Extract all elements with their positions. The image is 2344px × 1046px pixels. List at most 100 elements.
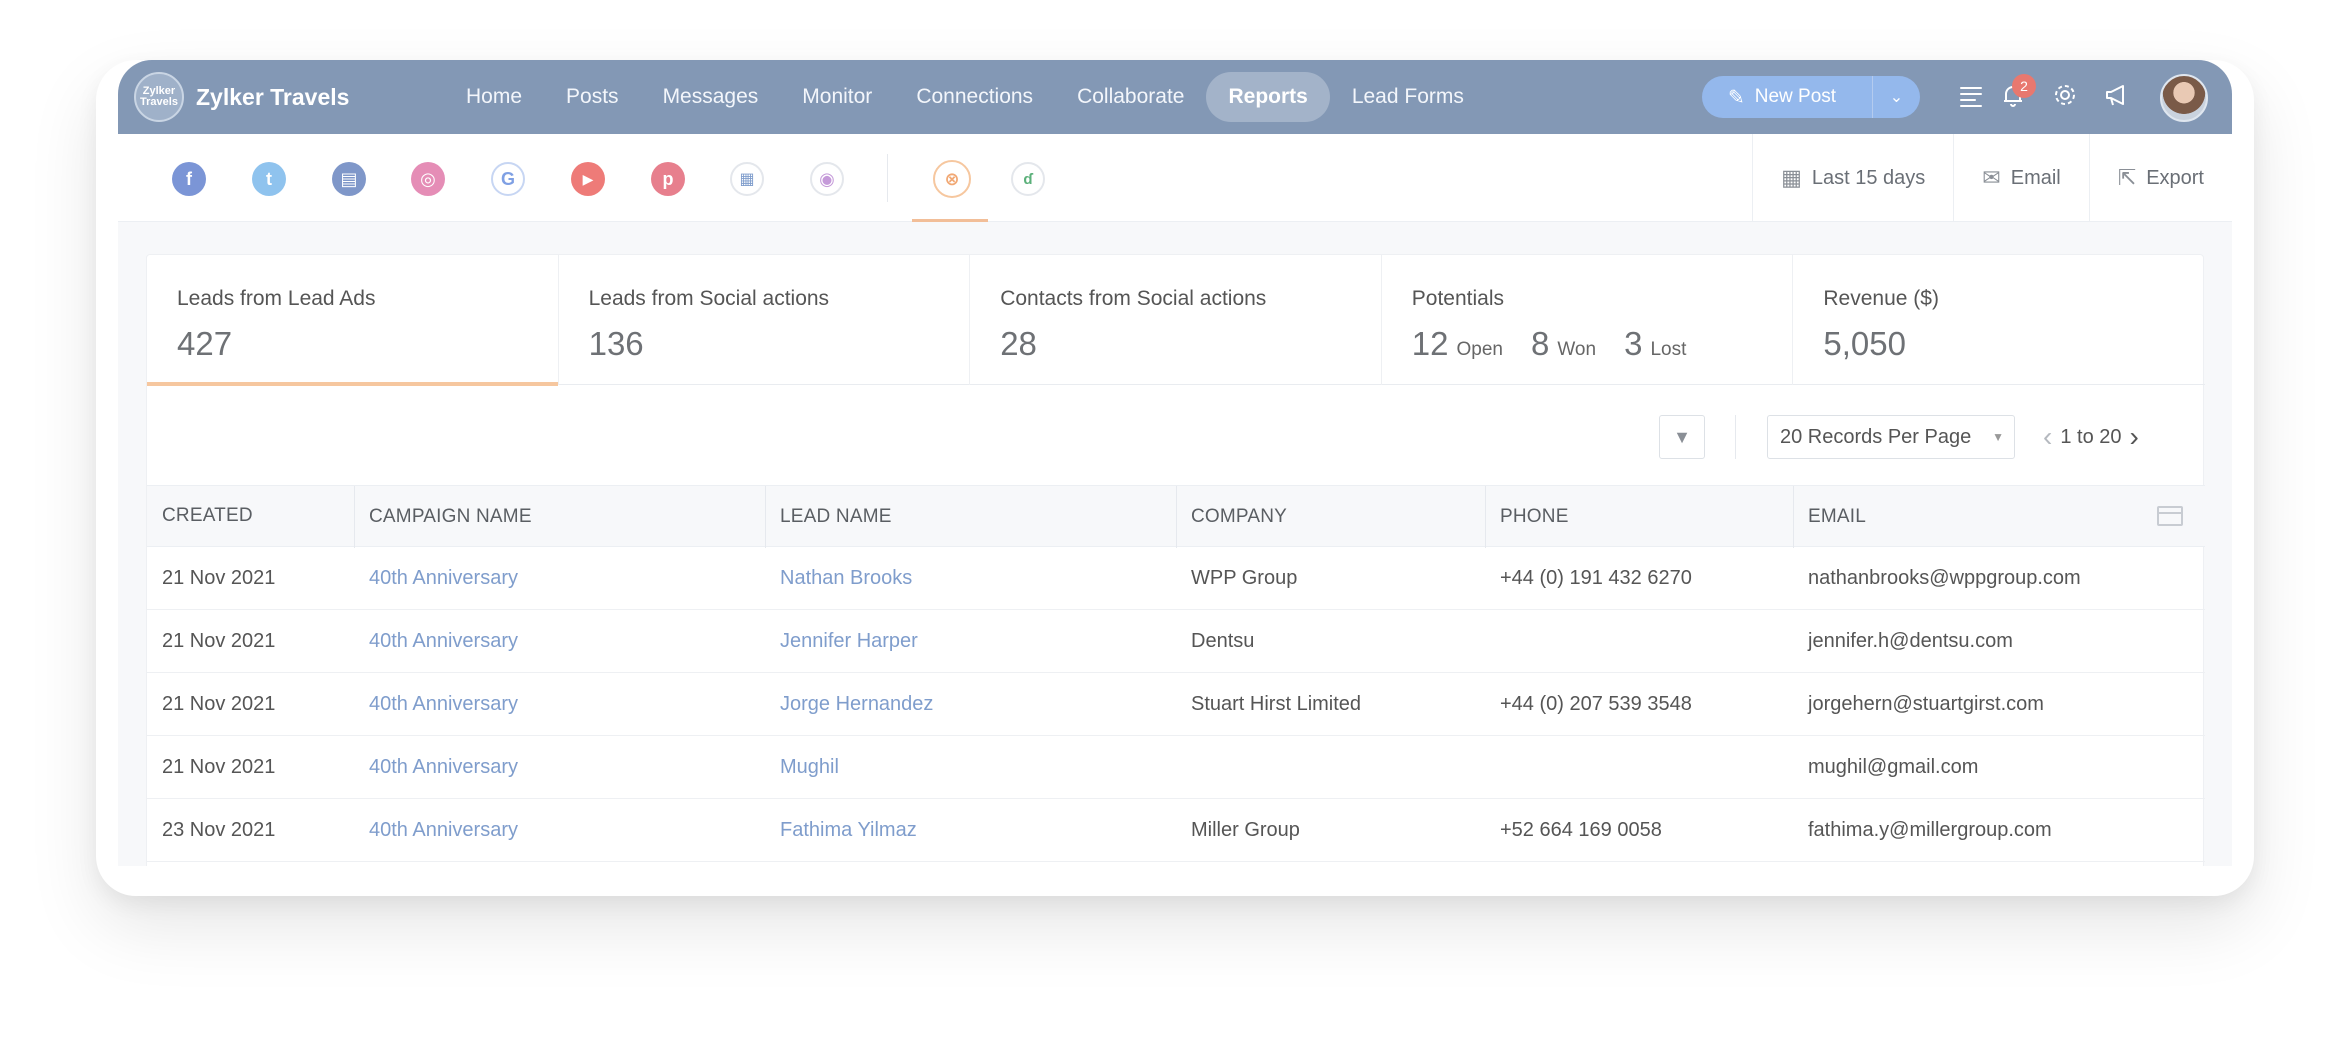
instagram-icon[interactable]: ◎ xyxy=(411,162,445,196)
new-post-button[interactable]: ✎ New Post xyxy=(1702,76,1872,118)
caret-down-icon: ▼ xyxy=(1992,430,2004,444)
new-post-dropdown-button[interactable]: ⌄ xyxy=(1873,87,1920,107)
next-page-icon[interactable]: › xyxy=(2122,421,2147,453)
twitter-icon[interactable]: t xyxy=(252,162,286,196)
cell-created: 23 Nov 2021 xyxy=(162,818,276,841)
stat-lead-ads[interactable]: Leads from Lead Ads 427 xyxy=(147,255,559,386)
crm-icon[interactable]: ɗ xyxy=(1011,162,1045,196)
column-settings-icon[interactable] xyxy=(2157,506,2183,526)
stat-potentials[interactable]: Potentials 12 Open 8 Won 3 Lost xyxy=(1382,255,1794,385)
stat-value: 5,050 xyxy=(1823,325,1906,362)
nav-connections[interactable]: Connections xyxy=(894,72,1055,122)
cell-phone: +52 664 169 0058 xyxy=(1500,818,1662,841)
stats-row: Leads from Lead Ads 427 Leads from Socia… xyxy=(147,255,2205,386)
cell-email: fathima.y@millergroup.com xyxy=(1808,818,2052,841)
table-row: 23 Nov 2021 40th Anniversary Fathima Yil… xyxy=(147,799,2205,862)
mail-icon: ✉ xyxy=(1982,165,2001,190)
chevron-down-icon: ⌄ xyxy=(1889,89,1904,106)
report-actions: ▦ Last 15 days ✉ Email ⇱ Export xyxy=(1752,134,2232,222)
gear-icon[interactable] xyxy=(2050,82,2080,112)
cell-email: jorgehern@stuartgirst.com xyxy=(1808,692,2044,715)
google-icon[interactable]: G xyxy=(491,162,525,196)
main-nav: Home Posts Messages Monitor Connections … xyxy=(444,72,1486,122)
divider xyxy=(887,154,888,202)
open-count: 12 xyxy=(1411,325,1449,362)
export-button[interactable]: ⇱ Export xyxy=(2088,134,2232,222)
header-phone[interactable]: PHONE xyxy=(1485,486,1569,548)
won-label: Won xyxy=(1557,339,1597,360)
divider xyxy=(1735,415,1736,459)
previous-page-icon[interactable]: ‹ xyxy=(2035,421,2060,453)
lead-link[interactable]: Mughil xyxy=(780,736,839,798)
pagination: ‹ 1 to 20 › xyxy=(2035,415,2147,459)
brand-logo: Zylker Travels xyxy=(134,72,184,122)
table-header: CREATED CAMPAIGN NAME LEAD NAME COMPANY … xyxy=(147,485,2205,548)
header-company[interactable]: COMPANY xyxy=(1176,486,1287,548)
brand[interactable]: Zylker Travels Zylker Travels xyxy=(134,70,349,124)
nav-home[interactable]: Home xyxy=(444,72,544,122)
notification-badge: 2 xyxy=(2012,74,2036,98)
nav-lead-forms[interactable]: Lead Forms xyxy=(1330,72,1486,122)
lead-link[interactable]: Jennifer Harper xyxy=(780,610,918,672)
calendar-icon: ▦ xyxy=(1781,165,1802,190)
active-tab-indicator xyxy=(912,219,988,222)
lost-count: 3 xyxy=(1624,325,1643,362)
leads-table: CREATED CAMPAIGN NAME LEAD NAME COMPANY … xyxy=(147,485,2205,862)
youtube-icon[interactable]: ▶ xyxy=(571,162,605,196)
email-button[interactable]: ✉ Email xyxy=(1953,134,2088,222)
list-icon[interactable] xyxy=(1956,82,1986,112)
facebook-icon[interactable]: f xyxy=(172,162,206,196)
new-post-button-group: ✎ New Post ⌄ xyxy=(1702,76,1920,118)
pinterest-icon[interactable]: p xyxy=(651,162,685,196)
filter-button[interactable]: ▼ xyxy=(1659,415,1705,459)
cell-email: jennifer.h@dentsu.com xyxy=(1808,629,2013,652)
cell-created: 21 Nov 2021 xyxy=(162,755,276,778)
nav-collaborate[interactable]: Collaborate xyxy=(1055,72,1206,122)
page-range: 1 to 20 xyxy=(2060,425,2122,448)
lost-label: Lost xyxy=(1650,339,1687,360)
linkedin-page-icon[interactable]: ▤ xyxy=(332,162,366,196)
app-window: Zylker Travels Zylker Travels Home Posts… xyxy=(96,60,2254,896)
campaign-link[interactable]: 40th Anniversary xyxy=(369,610,518,672)
pen-icon: ✎ xyxy=(1728,86,1745,109)
filter-icon: ▼ xyxy=(1673,426,1691,447)
orbit-icon[interactable]: ◉ xyxy=(810,162,844,196)
cell-company: Dentsu xyxy=(1191,629,1255,652)
stat-label: Potentials xyxy=(1411,287,1505,310)
nav-monitor[interactable]: Monitor xyxy=(780,72,894,122)
table-row: 21 Nov 2021 40th Anniversary Nathan Broo… xyxy=(147,547,2205,610)
nav-messages[interactable]: Messages xyxy=(641,72,781,122)
header-campaign-name[interactable]: CAMPAIGN NAME xyxy=(354,486,532,548)
campaign-link[interactable]: 40th Anniversary xyxy=(369,736,518,798)
table-row: 21 Nov 2021 40th Anniversary Mughil mugh… xyxy=(147,736,2205,799)
cell-created: 21 Nov 2021 xyxy=(162,629,276,652)
stat-social-contacts[interactable]: Contacts from Social actions 28 xyxy=(970,255,1382,385)
header-created[interactable]: CREATED xyxy=(162,486,253,546)
microsoft-icon[interactable]: ▦ xyxy=(730,162,764,196)
export-label: Export xyxy=(2146,166,2204,189)
nav-posts[interactable]: Posts xyxy=(544,72,641,122)
stat-revenue[interactable]: Revenue ($) 5,050 xyxy=(1793,255,2205,385)
stat-label: Leads from Lead Ads xyxy=(177,287,376,310)
lead-link[interactable]: Nathan Brooks xyxy=(780,547,912,609)
stat-social-leads[interactable]: Leads from Social actions 136 xyxy=(559,255,971,385)
header-email[interactable]: EMAIL xyxy=(1793,486,1866,548)
campaign-link[interactable]: 40th Anniversary xyxy=(369,547,518,609)
header-lead-name[interactable]: LEAD NAME xyxy=(765,486,892,548)
campaign-link[interactable]: 40th Anniversary xyxy=(369,799,518,861)
records-per-page-value: 20 Records Per Page xyxy=(1780,426,1972,448)
date-range-button[interactable]: ▦ Last 15 days xyxy=(1752,134,1953,222)
user-avatar[interactable] xyxy=(2160,74,2208,122)
nav-reports[interactable]: Reports xyxy=(1206,72,1330,122)
cell-email: mughil@gmail.com xyxy=(1808,755,1979,778)
linked-accounts-icon[interactable]: ⊗ xyxy=(933,160,971,198)
megaphone-icon[interactable] xyxy=(2102,82,2132,112)
records-per-page-select[interactable]: 20 Records Per Page ▼ xyxy=(1767,415,2015,459)
campaign-link[interactable]: 40th Anniversary xyxy=(369,673,518,735)
stat-label: Revenue ($) xyxy=(1823,287,1939,310)
stat-value: 427 xyxy=(177,325,233,362)
lead-link[interactable]: Fathima Yilmaz xyxy=(780,799,917,861)
lead-link[interactable]: Jorge Hernandez xyxy=(780,673,933,735)
table-toolbar: ▼ 20 Records Per Page ▼ ‹ 1 to 20 › xyxy=(147,385,2205,485)
app-frame: Zylker Travels Zylker Travels Home Posts… xyxy=(118,60,2232,866)
